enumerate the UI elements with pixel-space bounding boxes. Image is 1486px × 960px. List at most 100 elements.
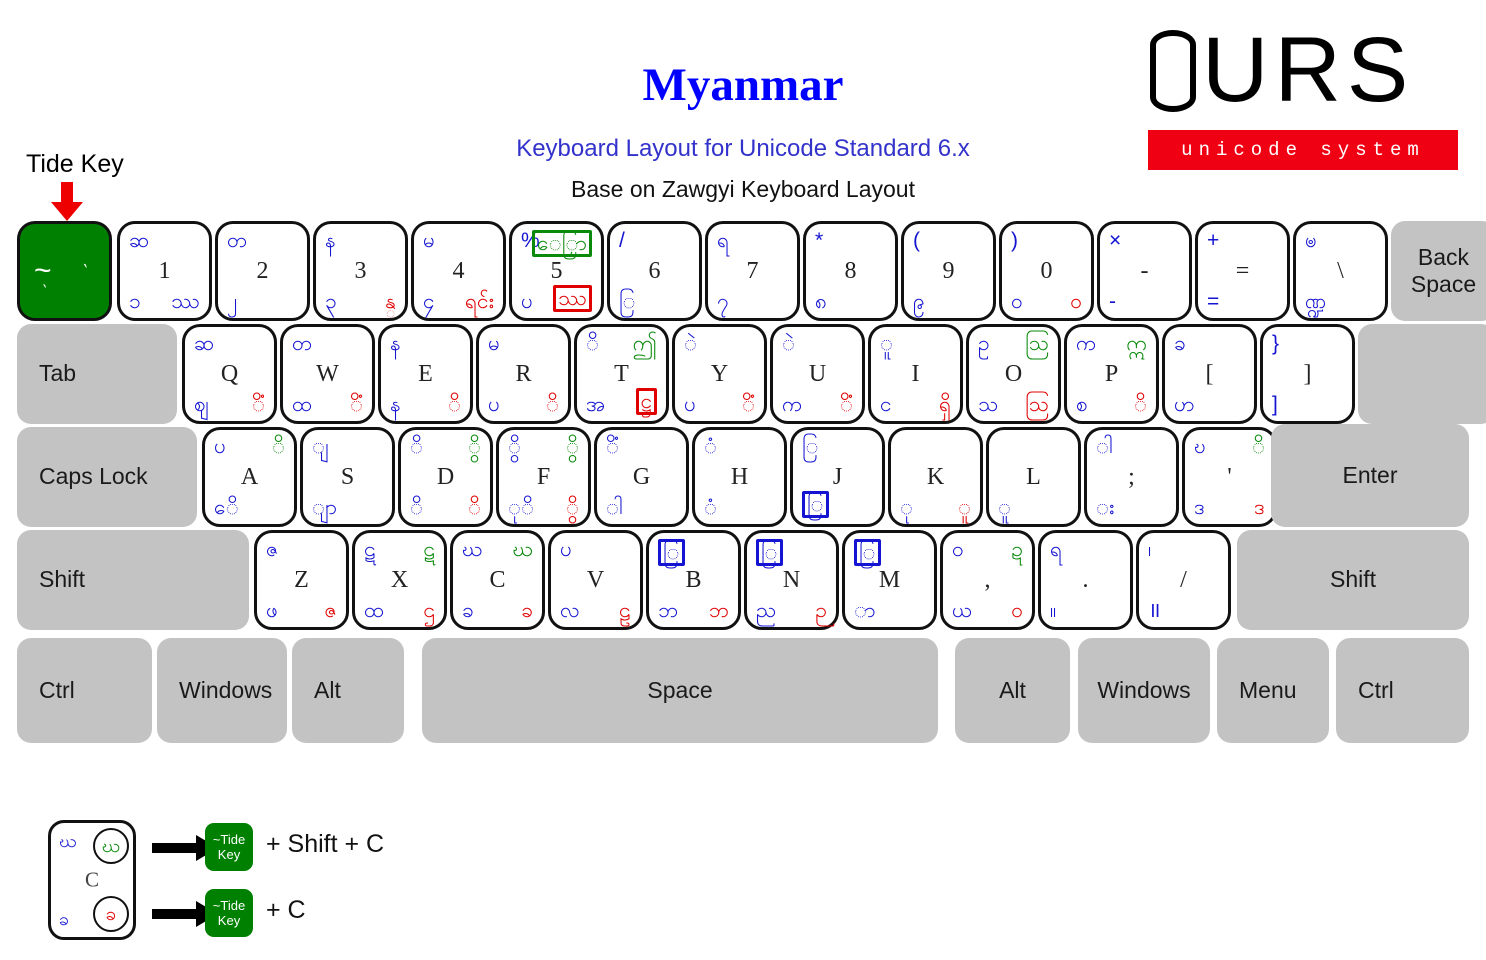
key-top-[[interactable]: ခဟ [ xyxy=(1162,324,1257,424)
key-num-1[interactable]: ဆ၁ ဿ1 xyxy=(117,221,212,321)
key-legend-bottom-right: ဇ xyxy=(324,599,338,622)
key-caps-lock[interactable]: Caps Lock xyxy=(17,427,197,527)
key-base-label: H xyxy=(730,464,749,490)
key-home-A[interactable]: ပိေိ A xyxy=(202,427,297,527)
key-legend-bottom-left: - xyxy=(1109,290,1116,313)
key-home-K[interactable]: ုူ K xyxy=(888,427,983,527)
key-legend-bottom-right: ဋ္ဌ xyxy=(635,388,657,415)
key-top-Y[interactable]: ဲပိံ Y xyxy=(672,324,767,424)
key-legend-bottom-left: ပ xyxy=(488,393,500,416)
key-bot-C[interactable]: ဃ ဃခ ခC xyxy=(450,530,545,630)
key-legend-bottom-left: လ xyxy=(560,599,580,622)
key-num-7[interactable]: ရ၇7 xyxy=(705,221,800,321)
key-top-U[interactable]: ဲကိံ U xyxy=(770,324,865,424)
key-home-H[interactable]: ံံ H xyxy=(692,427,787,527)
legend-highlight-green: ဃ xyxy=(93,828,129,864)
key-backspace[interactable]: Back Space xyxy=(1391,221,1486,321)
key-num--[interactable]: × - - xyxy=(1097,221,1192,321)
key-bot-X[interactable]: ဋ ဋထ ဌX xyxy=(352,530,447,630)
key-home-D[interactable]: ိွိိိ D xyxy=(398,427,493,527)
key-bot-/[interactable]: ၊ ॥ / xyxy=(1136,530,1231,630)
key-bot-B[interactable]: ြဘ ဘ B xyxy=(646,530,741,630)
key-tab[interactable]: Tab xyxy=(17,324,177,424)
key-top-W[interactable]: တထိံ W xyxy=(280,324,375,424)
key-bot-.[interactable]: ရ။. xyxy=(1038,530,1133,630)
key-tilde-tide[interactable]: ~ ` ` xyxy=(17,221,112,321)
key-alt-right[interactable]: Alt xyxy=(955,638,1070,743)
key-legend-bottom-left: ဏ္ဍ xyxy=(1305,290,1327,313)
key-legend-bottom-left: ါ xyxy=(606,496,623,519)
key-base-label: - xyxy=(1140,258,1149,284)
key-legend-bottom-right: ွိ xyxy=(565,496,579,519)
key-top-I[interactable]: ူင ရှိ I xyxy=(868,324,963,424)
key-enter[interactable]: Enter xyxy=(1271,424,1469,527)
key-legend-bottom-right: ိ xyxy=(447,393,461,416)
key-num-6[interactable]: /ြ 6 xyxy=(607,221,702,321)
key-home-;[interactable]: ါး; xyxy=(1084,427,1179,527)
key-legend-top-left: ျ xyxy=(312,435,329,458)
key-bot-M[interactable]: ြာ M xyxy=(842,530,937,630)
key-bot-Z[interactable]: ဇဖဇZ xyxy=(254,530,349,630)
key-windows-left[interactable]: Windows xyxy=(157,638,287,743)
key-top-O[interactable]: ဥ ဩသ သြ O xyxy=(966,324,1061,424)
key-home-'[interactable]: ဎိဒ ဒ ' xyxy=(1182,427,1277,527)
key-legend-bottom-right: ိ xyxy=(545,393,559,416)
key-base-label: / xyxy=(1180,567,1187,593)
key-windows-right[interactable]: Windows xyxy=(1078,638,1210,743)
key-num-8[interactable]: * ၈ 8 xyxy=(803,221,898,321)
key-alt-left[interactable]: Alt xyxy=(292,638,404,743)
key-shift-right[interactable]: Shift xyxy=(1237,530,1469,630)
key-legend-top-left: ပ xyxy=(214,435,226,458)
key-legend-bottom-left: ॥ xyxy=(1148,599,1161,622)
tilde-glyph-1: ` xyxy=(77,261,90,284)
key-legend-bottom-right: ဿ xyxy=(553,285,592,312)
key-base-label: P xyxy=(1104,361,1119,387)
legend-combo-plain: + C xyxy=(266,896,306,924)
key-top-P[interactable]: က ဣစိ P xyxy=(1064,324,1159,424)
key-legend-bottom-left: ၉ xyxy=(913,290,925,313)
key-shift-left[interactable]: Shift xyxy=(17,530,249,630)
key-num-2[interactable]: တ၂2 xyxy=(215,221,310,321)
key-bot-N[interactable]: ြည ဉ N xyxy=(744,530,839,630)
key-legend-bottom-left: ၂ xyxy=(227,290,238,313)
key-space[interactable]: Space xyxy=(422,638,938,743)
key-legend-top-left: ြ xyxy=(658,539,685,566)
key-legend-bottom-left: ၈ xyxy=(815,290,827,313)
key-ctrl-left[interactable]: Ctrl xyxy=(17,638,152,743)
key-menu[interactable]: Menu xyxy=(1217,638,1329,743)
key-legend-bottom-left: ၁ xyxy=(129,290,141,313)
key-top-T[interactable]: ိ ဤအ ဋ္ဌ T xyxy=(574,324,669,424)
key-bot-,[interactable]: ဝ ဍယ ဝ, xyxy=(940,530,1035,630)
key-legend-top-left: * xyxy=(815,229,824,252)
key-base-label: ; xyxy=(1128,464,1135,490)
key-legend-top-left: ူ xyxy=(880,332,894,355)
key-num-3[interactable]: န၃ န္ 3 xyxy=(313,221,408,321)
key-bot-V[interactable]: ပလ ဠV xyxy=(548,530,643,630)
key-legend-top-left: ါ xyxy=(1096,435,1113,458)
key-top-Q[interactable]: ဆဈိံ Q xyxy=(182,324,277,424)
key-top-E[interactable]: နနိ E xyxy=(378,324,473,424)
key-enter-upper[interactable] xyxy=(1358,324,1486,424)
key-base-label: Q xyxy=(220,361,239,387)
key-home-L[interactable]: ူ L xyxy=(986,427,1081,527)
key-num-=[interactable]: + = = xyxy=(1195,221,1290,321)
key-num-0[interactable]: ) ၀ ဝ 0 xyxy=(999,221,1094,321)
key-legend-top-left: ိ xyxy=(586,332,600,355)
key-ctrl-right[interactable]: Ctrl xyxy=(1336,638,1469,743)
key-num-\[interactable]: ၑဏ္ဍ \ xyxy=(1293,221,1388,321)
key-legend-top-left: ဇ xyxy=(266,538,279,561)
key-home-G[interactable]: ိံါ G xyxy=(594,427,689,527)
key-legend-bottom-left: သ xyxy=(978,393,999,416)
key-top-][interactable]: }]] xyxy=(1260,324,1355,424)
key-home-S[interactable]: ျျာ S xyxy=(300,427,395,527)
key-home-J[interactable]: ြြ J xyxy=(790,427,885,527)
key-num-9[interactable]: (၉ 9 xyxy=(901,221,996,321)
key-legend-top-left: ဃ xyxy=(462,538,483,561)
key-num-4[interactable]: မ၄ ရင်း 4 xyxy=(411,221,506,321)
key-base-label: L xyxy=(1026,464,1041,490)
key-legend-bottom-left: ပ xyxy=(684,393,696,416)
key-home-F[interactable]: ွိွိုိွိ F xyxy=(496,427,591,527)
key-legend-bottom-left: စ xyxy=(1076,393,1088,416)
key-num-5[interactable]: %ေြှာပဿ 5 xyxy=(509,221,604,321)
key-top-R[interactable]: မပိ R xyxy=(476,324,571,424)
